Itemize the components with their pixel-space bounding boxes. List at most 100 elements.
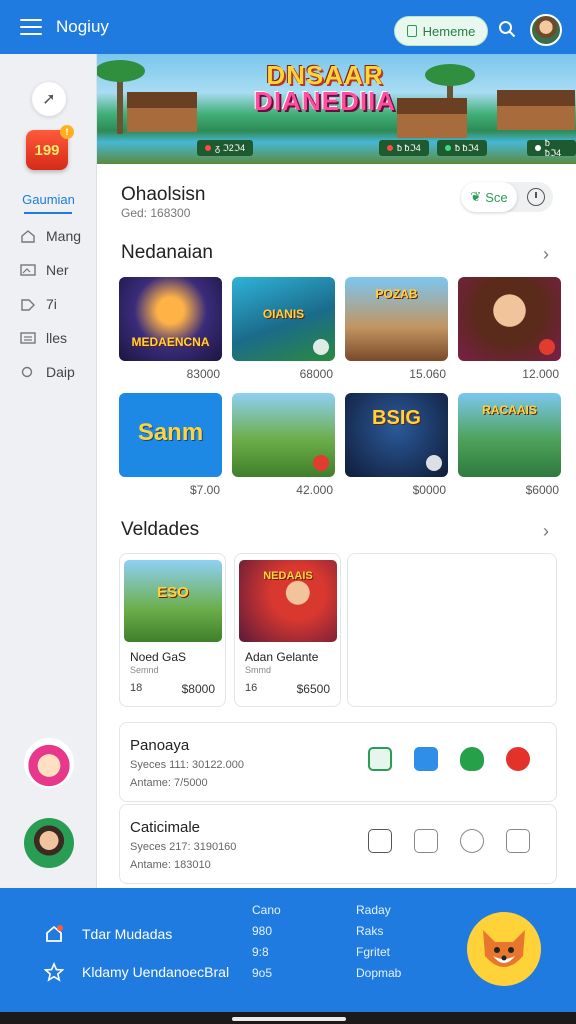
sidebar-item-mang[interactable]: Mang [20,228,81,244]
tag-icon [21,299,35,311]
game-price: $6000 [525,483,559,497]
action-chip [539,339,555,355]
game-card[interactable]: RACAAIS $6000 [458,393,561,497]
card-price: $6500 [296,682,330,696]
section-title: Nedanaian [121,242,213,263]
main-content: Ohaolsisn Ged: 168300 ❦ Sce Nedanaian › … [97,164,576,888]
hero-banner[interactable]: DNSAAR DIANEDIIA ᵹ ℑ2ℑ4 ƀ ƀℑ4 ƀ ƀℑ4 ƀ ƀℑ… [97,54,576,164]
action-chip [313,455,329,471]
home-icon [21,230,35,243]
featured-card[interactable]: ESO Noed GaS Semnd 18 $8000 [119,553,226,707]
sidebar-item-daip[interactable]: Dаip [20,364,75,380]
home-button-label: Hememe [422,23,476,39]
info-title: Panoaya [130,737,190,754]
footer-column-1: Cano 980 9:8 9o5 [252,903,281,980]
footer-column-2: Radаy Raks Fgritet Dopmab [356,903,402,980]
featured-thumbnail: NEDAAIS [239,560,337,642]
house-decoration [497,90,575,130]
badge-value: 199 [34,141,60,159]
sidebar-item-lles[interactable]: lles [20,330,67,346]
home-icon [46,925,63,942]
banner-chip[interactable]: ƀ ƀℑ4 [527,138,576,158]
chevron-right-icon[interactable]: › [543,244,549,265]
game-price: 15.060 [409,367,446,381]
friend-avatar[interactable] [24,738,74,788]
game-price: 68000 [299,367,333,381]
empty-card-slot [347,553,557,707]
friend-avatar[interactable] [24,818,74,868]
banner-chip[interactable]: ƀ ƀℑ4 [379,140,429,156]
sidebar-item-ner[interactable]: Ner [20,262,69,278]
info-card[interactable]: Panoaya Syeces 111: 30122.000 Antame: 7/… [119,722,557,802]
top-bar: Nogiuy Hememe [0,0,576,54]
menu-icon[interactable] [20,19,42,35]
info-actions [368,747,530,771]
home-button[interactable]: Hememe [394,16,488,46]
see-button-label: Sce [485,189,508,205]
game-card[interactable]: 12.000 [458,277,561,381]
fox-mascot-avatar[interactable] [467,912,541,986]
message-icon[interactable] [414,829,438,853]
sidebar-item-label: Mang [46,228,82,244]
timer-icon[interactable] [460,829,484,853]
game-price: $7.00 [189,483,220,497]
game-card[interactable]: 42.000 [232,393,335,497]
compass-icon[interactable]: ➚ [32,82,66,116]
game-card[interactable]: POZAB 15.060 [345,277,448,381]
info-subtitle: Syeces 111: 30122.000 [130,759,244,771]
game-price: 42.000 [296,483,333,497]
refresh-icon[interactable] [368,829,392,853]
info-subtitle: Syeces 217: 3190160 [130,841,237,853]
settings-icon[interactable] [506,829,530,853]
info-actions [368,829,530,853]
game-thumbnail [458,277,561,361]
info-card[interactable]: Caticimale Syeces 217: 3190160 Antame: 1… [119,804,557,884]
power-icon[interactable] [506,747,530,771]
checkbox-icon[interactable] [368,747,392,771]
action-chip [426,455,442,471]
star-icon [44,962,64,982]
card-count: 16 [245,682,258,694]
game-price: 12.000 [522,367,559,381]
banner-chip[interactable]: ƀ ƀℑ4 [437,140,487,156]
featured-card[interactable]: NEDAAIS Adan Gelante Smmd 16 $6500 [234,553,341,707]
sidebar-item-label: Dаip [46,364,75,380]
clock-icon[interactable] [527,188,545,206]
game-thumbnail: MEDAENCNA [119,277,222,361]
footer-link-2[interactable]: Kldamy UendanoecBral [44,962,229,982]
game-card[interactable]: OIANIS 68000 [232,277,335,381]
banner-chip[interactable]: ᵹ ℑ2ℑ4 [197,140,254,156]
footer-link-label: Kldamy UendanoecBral [82,964,230,980]
sidebar-item-7i[interactable]: 7i [20,296,57,312]
user-avatar[interactable] [530,14,562,46]
bottom-panel: Tdar Mudadas Kldamy UendanoecBral Cano 9… [0,888,576,1012]
banner-title-line2: DIANEDIIA [254,86,396,116]
game-card[interactable]: BSIG $0000 [345,393,448,497]
chat-icon[interactable] [414,747,438,771]
sidebar-heading-underline [24,212,72,214]
card-subtitle: Semnd [130,665,159,675]
image-icon [20,264,36,276]
chevron-right-icon[interactable]: › [543,521,549,542]
info-amount: Antame: 7/5000 [130,777,208,789]
game-thumbnail: OIANIS [232,277,335,361]
game-thumbnail: BSIG [345,393,448,477]
sidebar-app-badge[interactable]: 199 ! [26,125,74,170]
search-icon[interactable] [498,20,516,38]
cloud-icon[interactable] [460,747,484,771]
search-icon [21,366,33,378]
game-price: 83000 [186,367,220,381]
home-icon [406,25,417,37]
house-decoration [127,92,197,132]
sidebar-heading[interactable]: Gaumian [0,192,97,207]
featured-thumbnail: ESO [124,560,222,642]
game-thumbnail: Sanm [119,393,222,477]
game-card[interactable]: Sanm $7.00 [119,393,222,497]
home-indicator[interactable] [232,1017,346,1021]
footer-link-1[interactable]: Tdar Mudadas [44,924,172,944]
sidebar-item-label: 7i [46,296,57,312]
see-button[interactable]: ❦ Sce [461,182,517,212]
sidebar-item-label: lles [46,330,68,346]
game-card[interactable]: MEDAENCNA 83000 [119,277,222,381]
card-subtitle: Smmd [245,665,272,675]
